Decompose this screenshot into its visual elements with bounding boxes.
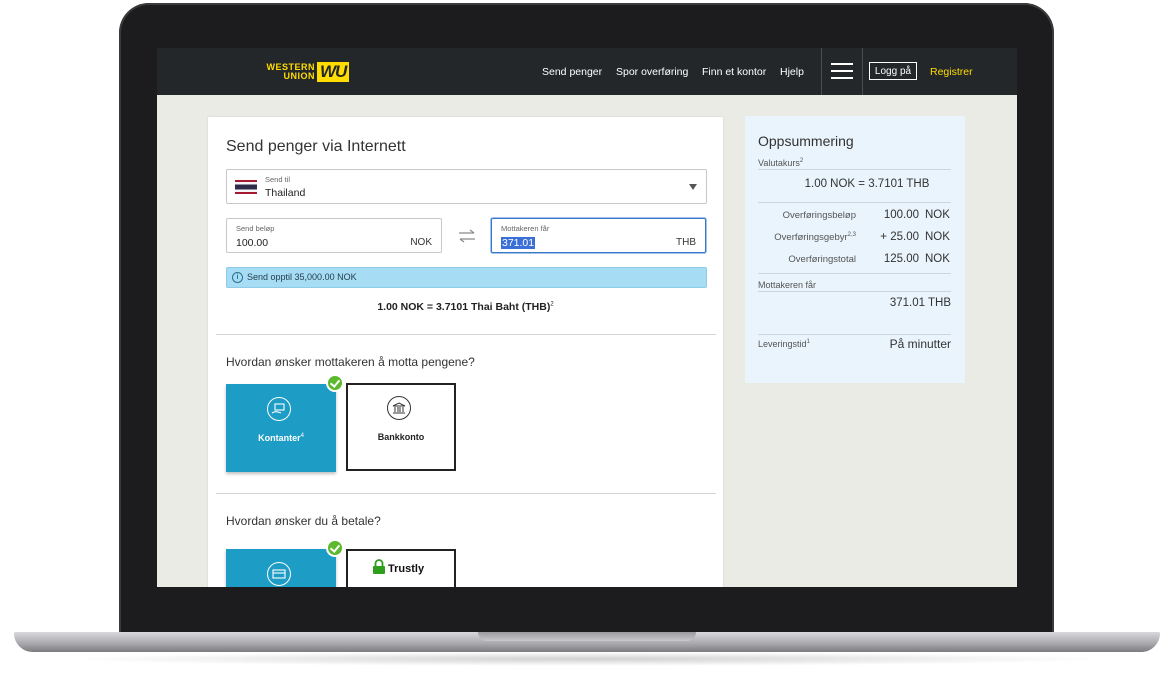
cash-hand-icon — [267, 397, 291, 421]
laptop-notch — [478, 632, 696, 641]
receiver-amount-label: Mottakeren får — [501, 224, 550, 233]
section-divider — [216, 334, 716, 335]
send-currency: NOK — [410, 237, 432, 248]
summary-panel: Oppsummering Valutakurs2 1.00 NOK = 3.71… — [745, 116, 965, 383]
summary-divider — [758, 202, 951, 203]
nav-help[interactable]: Hjelp — [780, 66, 804, 78]
check-circle-icon — [326, 374, 344, 392]
nav-send-money[interactable]: Send penger — [542, 66, 602, 78]
send-limit-info: i Send opptil 35,000.00 NOK — [226, 267, 707, 288]
exchange-rate-line: 1.00 NOK = 3.7101 Thai Baht (THB)2 — [208, 301, 723, 313]
transfer-amount-value: 100.00 — [883, 209, 919, 221]
bank-building-icon — [387, 396, 411, 420]
summary-divider — [758, 334, 951, 335]
nav-find-location[interactable]: Finn et kontor — [702, 66, 766, 78]
exchange-rate-text: 1.00 NOK = 3.7101 Thai Baht (THB) — [377, 301, 551, 313]
pay-option-card[interactable] — [226, 549, 336, 587]
summary-divider — [758, 273, 951, 274]
section-divider — [216, 493, 716, 494]
trustly-lock-icon — [373, 559, 385, 574]
receive-option-bank[interactable]: Bankkonto — [346, 383, 456, 471]
pay-option-trustly[interactable]: Trustly — [346, 549, 456, 587]
receive-option-cash-label: Kontanter4 — [258, 433, 304, 443]
receive-method-question: Hvordan ønsker mottakeren å motta pengen… — [226, 355, 475, 369]
receiver-amount-field[interactable]: Mottakeren får 371.01 THB — [491, 218, 706, 253]
receive-option-bank-label: Bankkonto — [377, 432, 425, 442]
thailand-flag-icon — [235, 180, 257, 194]
exchange-rate-footnote: 2 — [550, 301, 554, 308]
logo-line-2: UNION — [283, 71, 315, 81]
receive-option-cash[interactable]: Kontanter4 — [226, 384, 336, 472]
top-navigation: WESTERN UNION WU Send penger Spor overfø… — [157, 48, 1017, 95]
summary-rate-label: Valutakurs2 — [758, 158, 804, 168]
summary-receiver-value: 371.01 THB — [889, 297, 951, 309]
logo-wordmark: WESTERN UNION — [249, 63, 315, 81]
nav-divider — [821, 48, 822, 95]
transfer-total-label: Overføringstotal — [788, 254, 856, 265]
receiver-currency: THB — [676, 237, 696, 248]
send-amount-label: Send beløp — [236, 224, 275, 233]
send-to-value: Thailand — [265, 187, 306, 199]
credit-card-icon — [267, 562, 291, 586]
page-title: Send penger via Internett — [226, 138, 406, 155]
destination-country-select[interactable]: Send til Thailand — [226, 169, 707, 204]
login-button[interactable]: Logg på — [869, 62, 917, 80]
register-link[interactable]: Registrer — [930, 66, 973, 78]
laptop-shadow — [60, 652, 1114, 666]
transfer-fee-value: + 25.00 — [880, 231, 919, 243]
transfer-total-value: 125.00 — [883, 253, 919, 265]
transfer-fee-label: Overføringsgebyr2,3 — [774, 232, 856, 244]
chevron-down-icon — [689, 184, 697, 190]
screen: WESTERN UNION WU Send penger Spor overfø… — [157, 48, 1017, 587]
transfer-amount-currency: NOK — [925, 209, 950, 221]
check-circle-icon — [326, 539, 344, 557]
receiver-amount-value: 371.01 — [501, 237, 536, 249]
send-amount-value: 100.00 — [236, 237, 269, 249]
payment-method-question: Hvordan ønsker du å betale? — [226, 514, 381, 528]
trustly-label: Trustly — [388, 563, 425, 575]
transfer-amount-label: Overføringsbeløp — [782, 210, 856, 221]
send-amount-field[interactable]: Send beløp 100.00 NOK — [226, 218, 442, 253]
summary-title: Oppsummering — [758, 133, 854, 149]
summary-receiver-label: Mottakeren får — [758, 280, 817, 290]
send-money-card: Send penger via Internett Send til Thail… — [208, 117, 723, 587]
send-to-label: Send til — [265, 175, 291, 184]
send-limit-text: Send opptil 35,000.00 NOK — [247, 272, 357, 282]
info-icon: i — [232, 272, 243, 283]
delivery-time-value: På minutter — [889, 337, 951, 351]
hamburger-menu-icon[interactable] — [831, 63, 853, 79]
swap-arrows-icon[interactable] — [457, 229, 477, 243]
transfer-total-currency: NOK — [925, 253, 950, 265]
transfer-fee-currency: NOK — [925, 231, 950, 243]
western-union-logo[interactable]: WESTERN UNION WU — [249, 61, 350, 83]
logo-mark: WU — [317, 62, 350, 82]
nav-divider — [862, 48, 863, 95]
summary-divider — [758, 169, 951, 170]
summary-rate-value: 1.00 NOK = 3.7101 THB — [804, 178, 930, 190]
receiver-amount-selected-text: 371.01 — [501, 237, 536, 249]
nav-track-transfer[interactable]: Spor overføring — [616, 66, 688, 78]
summary-divider — [758, 291, 951, 292]
